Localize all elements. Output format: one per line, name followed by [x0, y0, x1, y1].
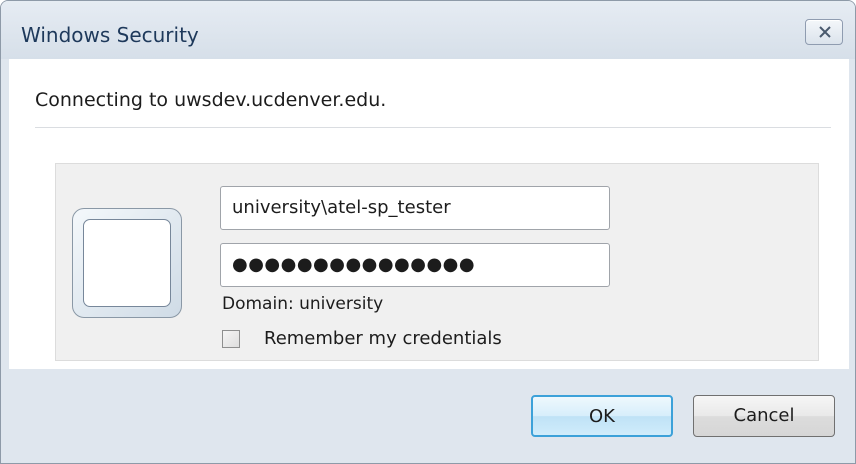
user-tile-picture [83, 219, 171, 307]
username-field[interactable]: university\atel-sp_tester [220, 186, 610, 230]
password-field[interactable]: ●●●●●●●●●●●●●●● [220, 243, 610, 287]
title-bar[interactable]: Windows Security [1, 1, 855, 59]
window-title: Windows Security [21, 23, 199, 47]
credential-panel: university\atel-sp_tester ●●●●●●●●●●●●●●… [55, 163, 819, 361]
domain-label: Domain: university [222, 294, 384, 314]
ok-button[interactable]: OK [531, 395, 673, 437]
user-tile-icon [72, 208, 182, 318]
cancel-button[interactable]: Cancel [693, 395, 835, 437]
close-icon [819, 26, 831, 38]
remember-credentials-label[interactable]: Remember my credentials [264, 328, 502, 349]
close-button[interactable] [805, 19, 843, 45]
remember-credentials-checkbox[interactable] [222, 330, 240, 348]
windows-security-dialog: Windows Security Connecting to uwsdev.uc… [0, 0, 856, 464]
separator [35, 127, 831, 128]
dialog-body: Connecting to uwsdev.ucdenver.edu. unive… [9, 59, 849, 369]
connecting-message: Connecting to uwsdev.ucdenver.edu. [35, 89, 387, 111]
